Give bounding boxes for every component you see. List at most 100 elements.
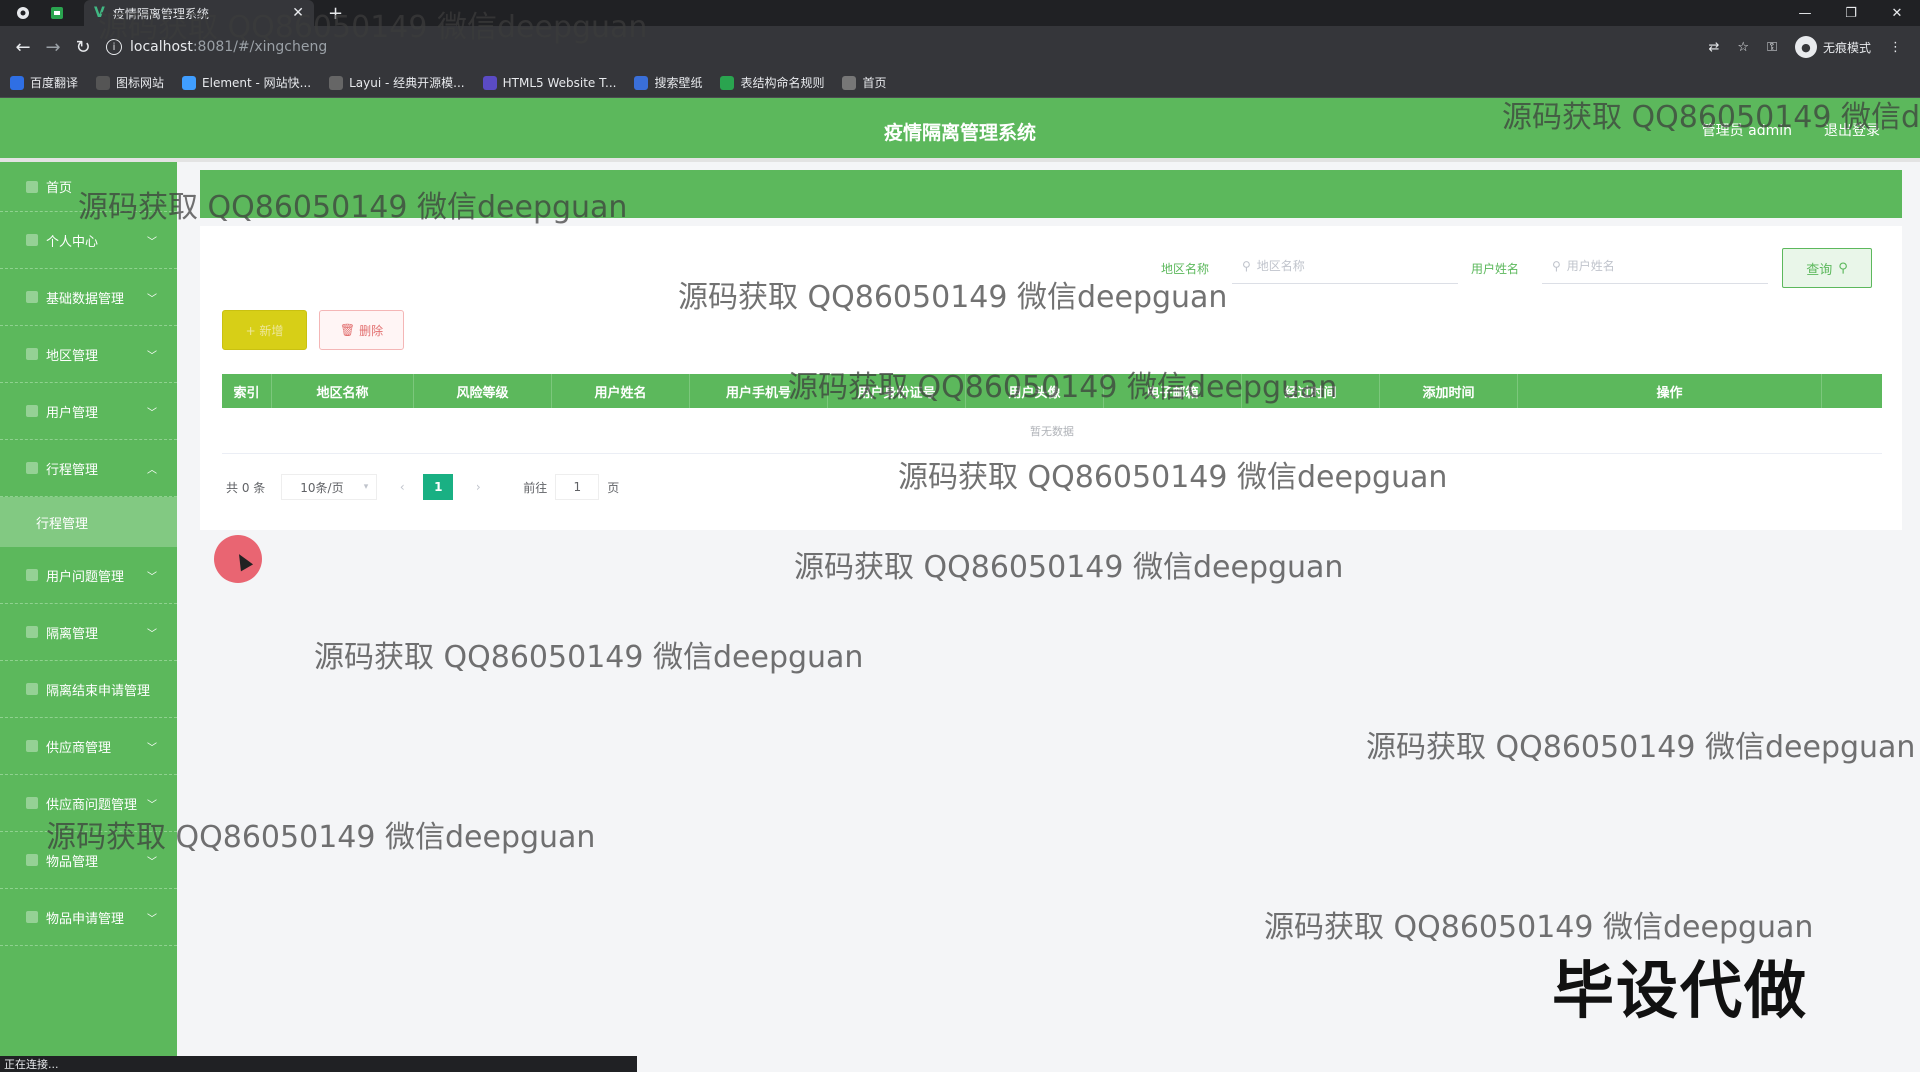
minimize-icon[interactable]: — bbox=[1782, 6, 1828, 21]
close-tab-icon[interactable]: ✕ bbox=[292, 5, 304, 21]
incognito-indicator[interactable]: ● 无痕模式 bbox=[1794, 36, 1871, 58]
watermark-text: 源码获取 QQ86050149 微信deepguan bbox=[794, 550, 1344, 585]
next-page-icon[interactable]: › bbox=[465, 474, 491, 500]
sidebar-item[interactable]: 隔离结束申请管理 bbox=[0, 661, 177, 718]
url-input[interactable]: i localhost:8081/#/xingcheng bbox=[106, 32, 1709, 62]
sidebar-item[interactable]: 首页 bbox=[0, 162, 177, 212]
sidebar-item[interactable]: 物品管理 ﹀ bbox=[0, 832, 177, 889]
total-count: 共 0 条 bbox=[226, 480, 266, 495]
bookmark-label: 首页 bbox=[862, 76, 887, 90]
chevron-icon: ﹀ bbox=[147, 742, 157, 754]
bookmark-item[interactable]: Element - 网站快... bbox=[182, 74, 311, 91]
bookmark-item[interactable]: 首页 bbox=[842, 74, 887, 91]
menu-icon bbox=[26, 405, 38, 417]
translate-icon[interactable]: ⇄ bbox=[1709, 40, 1720, 55]
bookmark-item[interactable]: 表结构命名规则 bbox=[720, 74, 824, 91]
logout-link[interactable]: 退出登录 bbox=[1824, 120, 1880, 140]
sidebar-item-label: 行程管理 bbox=[46, 462, 99, 478]
user-label: 用户姓名 bbox=[1471, 262, 1520, 276]
bookmark-item[interactable]: 百度翻译 bbox=[10, 74, 78, 91]
chevron-icon: ︿ bbox=[147, 464, 157, 476]
restore-icon[interactable]: ❐ bbox=[1828, 6, 1874, 21]
page-size-value: 10条/页 bbox=[300, 480, 344, 495]
incognito-icon: ● bbox=[1794, 36, 1817, 58]
sidebar-item[interactable]: 物品申请管理 ﹀ bbox=[0, 889, 177, 946]
sidebar-item-label: 供应商管理 bbox=[46, 740, 112, 756]
bookmark-item[interactable]: 搜索壁纸 bbox=[634, 74, 702, 91]
tab-active[interactable]: V 疫情隔离管理系统 ✕ bbox=[84, 0, 314, 26]
menu-icon bbox=[26, 180, 38, 193]
prev-page-icon[interactable]: ‹ bbox=[389, 474, 415, 500]
bookmark-item[interactable]: Layui - 经典开源模... bbox=[329, 74, 465, 91]
sidebar-item[interactable]: 用户问题管理 ﹀ bbox=[0, 547, 177, 604]
region-search-input[interactable]: ⚲ 地区名称 bbox=[1232, 248, 1458, 284]
menu-icon bbox=[26, 797, 38, 809]
menu-icon bbox=[26, 462, 38, 474]
table-column-header: 索引 bbox=[222, 374, 272, 408]
menu-icon bbox=[26, 740, 38, 752]
url-path: :8081/#/xingcheng bbox=[192, 39, 328, 55]
chevron-icon: ﹀ bbox=[147, 913, 157, 925]
bookmark-favicon-icon bbox=[482, 75, 497, 90]
sidebar-subitem-active[interactable]: 行程管理 bbox=[0, 497, 177, 547]
sidebar-item[interactable]: 地区管理 ﹀ bbox=[0, 326, 177, 383]
tab-title: 疫情隔离管理系统 bbox=[112, 6, 209, 21]
new-tab-icon[interactable]: + bbox=[328, 3, 343, 24]
breadcrumb-bar bbox=[200, 170, 1902, 218]
goto-page-input[interactable]: 1 bbox=[555, 474, 600, 500]
sidebar-item[interactable]: 用户管理 ﹀ bbox=[0, 383, 177, 440]
browser-menu-icon[interactable] bbox=[12, 4, 34, 22]
sidebar-item[interactable]: 行程管理 ︿ bbox=[0, 440, 177, 497]
watermark-stamp: 毕设代做 bbox=[1552, 954, 1809, 1027]
sidebar-item-label: 物品管理 bbox=[46, 854, 99, 870]
query-label: 查询 bbox=[1806, 262, 1833, 278]
bookmark-favicon-icon bbox=[842, 75, 857, 90]
bookmark-star-icon[interactable]: ☆ bbox=[1737, 40, 1749, 55]
sidebar-item[interactable]: 个人中心 ﹀ bbox=[0, 212, 177, 269]
region-label: 地区名称 bbox=[1161, 262, 1210, 276]
bookmark-item[interactable]: HTML5 Website T... bbox=[482, 75, 616, 90]
sidebar-item-label: 隔离管理 bbox=[46, 626, 99, 642]
site-info-icon[interactable]: i bbox=[106, 39, 122, 55]
sidebar-item[interactable]: 供应商问题管理 ﹀ bbox=[0, 775, 177, 832]
tab-search-icon[interactable] bbox=[46, 4, 68, 22]
bookmark-label: Element - 网站快... bbox=[202, 76, 312, 90]
menu-icon bbox=[26, 569, 38, 581]
header-divider bbox=[0, 158, 1920, 162]
address-bar: ← → ↻ i localhost:8081/#/xingcheng ⇄ ☆ ⚿… bbox=[0, 26, 1920, 68]
chevron-icon: ﹀ bbox=[147, 856, 157, 868]
back-icon[interactable]: ← bbox=[8, 37, 38, 58]
bookmark-label: 搜索壁纸 bbox=[654, 76, 703, 90]
watermark-text: 源码获取 QQ86050149 微信deepguan bbox=[314, 640, 864, 675]
bookmark-favicon-icon bbox=[182, 75, 197, 90]
search-icon: ⚲ bbox=[1242, 258, 1251, 273]
close-window-icon[interactable]: ✕ bbox=[1874, 6, 1920, 21]
table-column-header: 用户头像 bbox=[966, 374, 1104, 408]
query-button[interactable]: 查询 ⚲ bbox=[1782, 248, 1872, 288]
forward-icon[interactable]: → bbox=[38, 37, 68, 58]
more-menu-icon[interactable]: ⋮ bbox=[1889, 40, 1902, 55]
bookmark-favicon-icon bbox=[96, 75, 111, 90]
sidebar-item-label: 隔离结束申请管理 bbox=[46, 683, 151, 699]
sidebar-item[interactable]: 隔离管理 ﹀ bbox=[0, 604, 177, 661]
sidebar-item-label: 首页 bbox=[46, 181, 73, 196]
search-icon: ⚲ bbox=[1838, 260, 1848, 276]
user-search-input[interactable]: ⚲ 用户姓名 bbox=[1542, 248, 1768, 284]
goto-prefix: 前往 bbox=[523, 480, 548, 495]
sidebar-item-label: 基础数据管理 bbox=[46, 291, 125, 307]
menu-icon bbox=[26, 234, 38, 246]
chevron-icon: ﹀ bbox=[147, 571, 157, 583]
sidebar-item-label: 个人中心 bbox=[46, 234, 99, 250]
table-column-header: 地区名称 bbox=[272, 374, 414, 408]
sidebar-item[interactable]: 基础数据管理 ﹀ bbox=[0, 269, 177, 326]
incognito-label: 无痕模式 bbox=[1822, 40, 1871, 55]
sidebar-item[interactable]: 供应商管理 ﹀ bbox=[0, 718, 177, 775]
page-number-current[interactable]: 1 bbox=[423, 474, 454, 500]
region-placeholder: 地区名称 bbox=[1256, 259, 1305, 273]
key-icon[interactable]: ⚿ bbox=[1767, 40, 1777, 55]
page-size-select[interactable]: 10条/页 ▾ bbox=[281, 474, 378, 500]
bookmark-item[interactable]: 图标网站 bbox=[96, 74, 164, 91]
add-button[interactable]: + 新增 bbox=[222, 310, 307, 350]
delete-button[interactable]: 🗑 删除 bbox=[319, 310, 404, 350]
reload-icon[interactable]: ↻ bbox=[68, 37, 98, 58]
